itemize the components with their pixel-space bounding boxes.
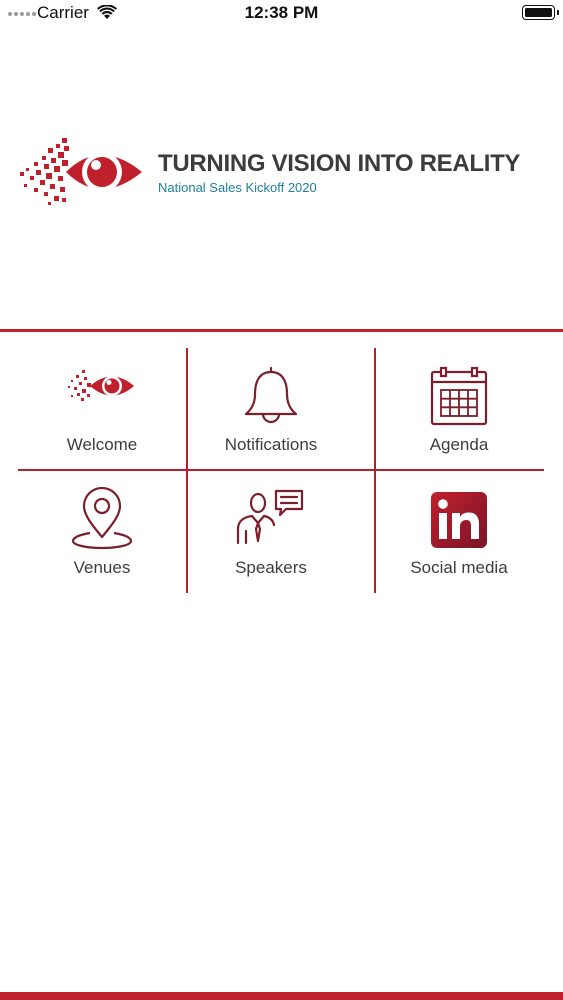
menu-item-label: Social media (410, 558, 508, 577)
menu-item-venues[interactable]: Venues (18, 471, 186, 592)
battery-icon (522, 5, 559, 20)
linkedin-icon (431, 492, 487, 548)
bottom-accent-bar (0, 992, 563, 1000)
menu-item-welcome[interactable]: Welcome (18, 348, 186, 469)
menu-grid: Welcome Notifications Agenda Venues Spea… (18, 348, 544, 593)
section-divider (0, 329, 563, 332)
menu-item-agenda[interactable]: Agenda (375, 348, 543, 469)
calendar-icon (430, 366, 488, 426)
menu-item-label: Speakers (235, 558, 307, 577)
banner-title: TURNING VISION INTO REALITY (158, 150, 521, 177)
menu-item-notifications[interactable]: Notifications (187, 348, 355, 469)
bell-icon (244, 366, 298, 424)
location-pin-icon (71, 487, 133, 550)
menu-item-social-media[interactable]: Social media (375, 471, 543, 592)
clock: 12:38 PM (244, 3, 319, 22)
speaker-icon (236, 489, 304, 545)
menu-item-label: Notifications (224, 435, 318, 454)
eye-logo-icon (68, 370, 134, 401)
menu-item-speakers[interactable]: Speakers (187, 471, 355, 592)
eye-logo-icon (20, 138, 142, 205)
menu-item-label: Welcome (66, 435, 138, 454)
menu-item-label: Venues (73, 558, 131, 577)
menu-item-label: Agenda (429, 435, 489, 454)
event-banner: TURNING VISION INTO REALITY National Sal… (18, 132, 548, 212)
banner-subtitle: National Sales Kickoff 2020 (158, 180, 317, 195)
status-bar: Carrier 12:38 PM (0, 0, 563, 28)
